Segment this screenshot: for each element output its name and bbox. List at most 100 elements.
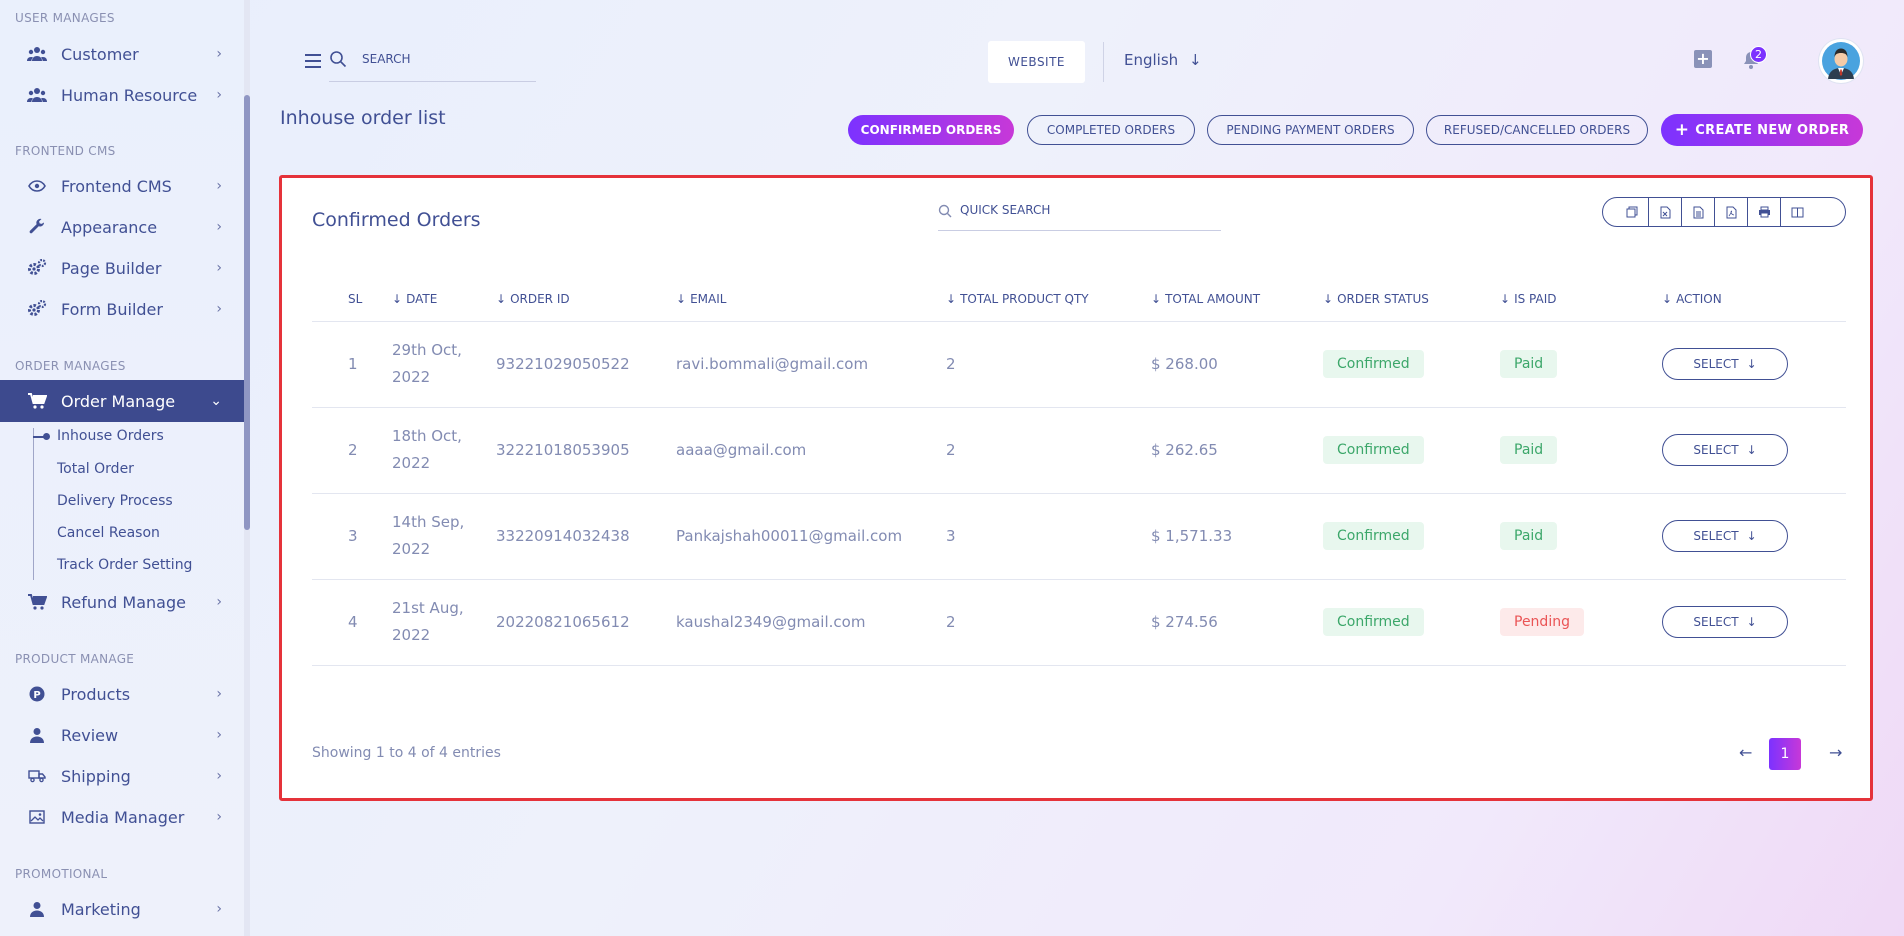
- csv-button[interactable]: [1681, 198, 1714, 226]
- sidebar-subitem-cancel-reason[interactable]: Cancel Reason: [57, 525, 160, 541]
- select-action-button[interactable]: SELECT ↓: [1662, 520, 1788, 552]
- sort-arrow-icon: ↓: [946, 292, 957, 307]
- chevron-right-icon: ›: [216, 727, 222, 743]
- print-icon: [1758, 206, 1770, 218]
- add-icon[interactable]: +: [1694, 50, 1712, 68]
- sidebar-item-page-builder[interactable]: Page Builder ›: [0, 248, 244, 288]
- cell-date: 21st Aug, 2022: [370, 579, 496, 666]
- sort-arrow-icon: ↓: [1500, 292, 1511, 307]
- previous-page-icon[interactable]: ←: [1739, 743, 1752, 762]
- website-button[interactable]: WEBSITE: [988, 41, 1085, 83]
- column-header-sl[interactable]: SL: [312, 278, 370, 322]
- column-header-is-paid[interactable]: ↓ IS PAID: [1500, 278, 1662, 322]
- create-new-order-button[interactable]: + CREATE NEW ORDER: [1661, 114, 1863, 146]
- section-product-manage: PRODUCT MANAGE: [15, 652, 135, 666]
- cell-amount: $ 268.00: [1151, 321, 1323, 408]
- cell-date: 14th Sep, 2022: [370, 493, 496, 580]
- tab-pending-payment-orders[interactable]: PENDING PAYMENT ORDERS: [1207, 115, 1414, 145]
- column-header-email[interactable]: ↓ EMAIL: [676, 278, 946, 322]
- cell-qty: 2: [946, 579, 1151, 666]
- sidebar-item-form-builder[interactable]: Form Builder ›: [0, 289, 244, 329]
- sidebar-subitem-track-order-setting[interactable]: Track Order Setting: [57, 557, 192, 573]
- tab-completed-orders[interactable]: COMPLETED ORDERS: [1027, 115, 1195, 145]
- cell-sl: 3: [312, 493, 370, 580]
- user-icon: [27, 725, 47, 745]
- print-button[interactable]: [1747, 198, 1780, 226]
- sidebar-subitem-inhouse-orders[interactable]: Inhouse Orders: [57, 428, 164, 444]
- menu-toggle-icon[interactable]: [305, 54, 321, 72]
- submenu-line: [33, 428, 34, 580]
- sidebar-item-label: Page Builder: [61, 258, 162, 278]
- sidebar-item-label: Order Manage: [61, 391, 176, 411]
- sidebar-item-media-manager[interactable]: Media Manager ›: [0, 797, 244, 837]
- columns-button[interactable]: [1780, 198, 1813, 226]
- sidebar-item-label: Customer: [61, 44, 139, 64]
- select-action-button[interactable]: SELECT ↓: [1662, 434, 1788, 466]
- language-select[interactable]: English ↓: [1124, 51, 1202, 69]
- cell-amount: $ 274.56: [1151, 579, 1323, 666]
- pdf-button[interactable]: [1714, 198, 1747, 226]
- avatar[interactable]: [1819, 39, 1863, 83]
- next-page-icon[interactable]: →: [1829, 743, 1842, 762]
- column-header-action[interactable]: ↓ ACTION: [1662, 278, 1846, 322]
- chevron-right-icon: ›: [216, 301, 222, 317]
- column-header-total-product-qty[interactable]: ↓ TOTAL PRODUCT QTY: [946, 278, 1151, 322]
- tab-refused-cancelled-orders[interactable]: REFUSED/CANCELLED ORDERS: [1426, 115, 1648, 145]
- header-divider: [1103, 42, 1104, 82]
- cell-order-status: Confirmed: [1323, 321, 1500, 408]
- sidebar-subitem-total-order[interactable]: Total Order: [57, 461, 134, 477]
- sidebar-scrollbar-thumb[interactable]: [244, 95, 250, 530]
- arrow-down-icon: ↓: [1746, 615, 1757, 629]
- notification-count-badge: 2: [1750, 46, 1767, 63]
- status-badge: Confirmed: [1323, 436, 1424, 464]
- section-frontend-cms: FRONTEND CMS: [15, 144, 116, 158]
- sidebar-item-order-manage[interactable]: Order Manage ⌄: [0, 380, 244, 422]
- sidebar-item-appearance[interactable]: Appearance ›: [0, 207, 244, 247]
- select-action-button[interactable]: SELECT ↓: [1662, 348, 1788, 380]
- column-header-total-amount[interactable]: ↓ TOTAL AMOUNT: [1151, 278, 1323, 322]
- cell-qty: 2: [946, 321, 1151, 408]
- table-row: 3 14th Sep, 2022 33220914032438 Pankajsha…: [312, 493, 1846, 580]
- cell-qty: 3: [946, 493, 1151, 580]
- page-title: Inhouse order list: [280, 107, 446, 129]
- cell-date: 29th Oct, 2022: [370, 321, 496, 408]
- sidebar-item-label: Appearance: [61, 217, 158, 237]
- arrow-down-icon: ↓: [1746, 529, 1757, 543]
- tab-confirmed-orders[interactable]: CONFIRMED ORDERS: [848, 115, 1014, 145]
- sidebar-item-customer[interactable]: Customer ›: [0, 34, 244, 74]
- sidebar-item-label: Shipping: [61, 766, 131, 786]
- sidebar-item-frontend-cms[interactable]: Frontend CMS ›: [0, 166, 244, 206]
- copy-button[interactable]: [1615, 198, 1648, 226]
- excel-button[interactable]: [1648, 198, 1681, 226]
- sidebar-item-marketing[interactable]: Marketing ›: [0, 889, 244, 929]
- section-user-manages: USER MANAGES: [15, 11, 115, 25]
- sidebar-item-label: Review: [61, 725, 119, 745]
- paid-badge: Paid: [1500, 522, 1558, 550]
- gears-icon: [27, 299, 47, 319]
- sort-arrow-icon: ↓: [496, 292, 507, 307]
- quick-search-input[interactable]: [960, 203, 1210, 217]
- export-buttons: [1602, 197, 1846, 227]
- cell-action: SELECT ↓: [1662, 321, 1846, 408]
- column-header-order-status[interactable]: ↓ ORDER STATUS: [1323, 278, 1500, 322]
- column-header-order-id[interactable]: ↓ ORDER ID: [496, 278, 676, 322]
- sidebar-item-review[interactable]: Review ›: [0, 715, 244, 755]
- submenu-active-dot: [43, 433, 50, 440]
- sidebar-item-products[interactable]: P Products ›: [0, 674, 244, 714]
- sidebar-subitem-delivery-process[interactable]: Delivery Process: [57, 493, 173, 509]
- cell-order-id: 32221018053905: [496, 407, 676, 494]
- page-number-button[interactable]: 1: [1769, 738, 1801, 770]
- cell-order-id: 20220821065612: [496, 579, 676, 666]
- status-badge: Confirmed: [1323, 522, 1424, 550]
- pagination-info: Showing 1 to 4 of 4 entries: [312, 745, 501, 761]
- chevron-down-icon: ⌄: [210, 393, 222, 409]
- search-input[interactable]: [362, 52, 532, 66]
- select-action-button[interactable]: SELECT ↓: [1662, 606, 1788, 638]
- column-header-date[interactable]: ↓ DATE: [370, 278, 496, 322]
- sidebar-item-human-resource[interactable]: Human Resource ›: [0, 75, 244, 115]
- language-label: English: [1124, 51, 1179, 69]
- sidebar-item-refund-manage[interactable]: Refund Manage ›: [0, 582, 244, 622]
- sort-arrow-icon: ↓: [1323, 292, 1334, 307]
- sidebar-item-shipping[interactable]: Shipping ›: [0, 756, 244, 796]
- cell-order-id: 93221029050522: [496, 321, 676, 408]
